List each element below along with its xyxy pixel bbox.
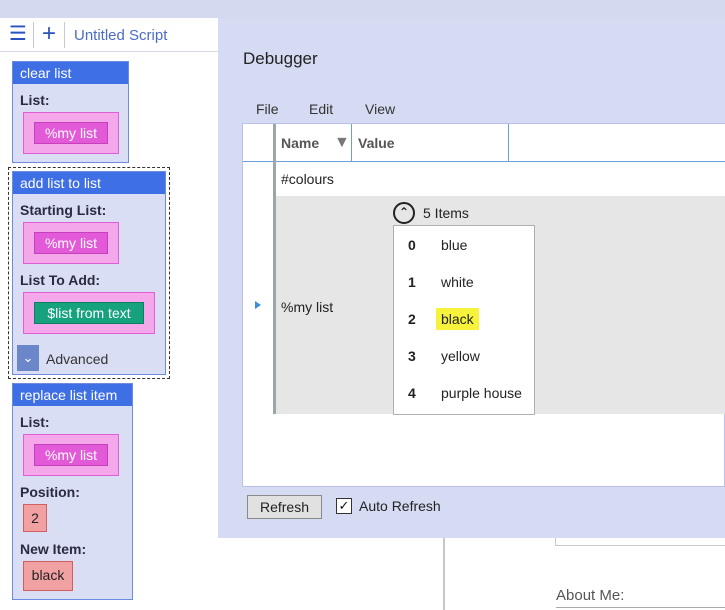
menu-edit[interactable]: Edit xyxy=(309,101,333,117)
list-to-add-slot[interactable]: $list from text xyxy=(23,292,155,334)
background-panel xyxy=(555,538,725,546)
debugger-title: Debugger xyxy=(243,49,318,68)
item-index: 0 xyxy=(408,237,416,253)
list-item: 4 purple house xyxy=(394,374,534,411)
highlight-mark: black xyxy=(436,308,479,330)
variable-pill[interactable]: %my list xyxy=(34,122,108,144)
background-divider xyxy=(443,538,445,610)
block-title[interactable]: replace list item xyxy=(13,384,132,406)
auto-refresh-checkbox[interactable]: ✓ xyxy=(336,498,352,514)
debugger-window: Debugger File Edit View Name ▼ Value #co… xyxy=(218,18,725,538)
items-count: 5 Items xyxy=(423,205,469,221)
item-index: 3 xyxy=(408,348,416,364)
gutter-divider xyxy=(273,124,276,162)
chevron-down-icon[interactable]: ⌄ xyxy=(17,345,39,371)
current-row-marker-icon xyxy=(255,301,261,309)
variables-grid: Name ▼ Value #colours %my list ⌃ 5 Items… xyxy=(242,123,725,487)
variable-pill[interactable]: %my list xyxy=(34,444,108,466)
list-to-add-label: List To Add: xyxy=(20,272,101,288)
script-toolbar: ☰ + Untitled Script xyxy=(0,18,220,52)
item-index: 2 xyxy=(408,311,416,327)
collapse-chevron-up-icon[interactable]: ⌃ xyxy=(393,202,415,224)
item-value: purple house xyxy=(441,385,522,401)
list-item: 2 black xyxy=(394,300,534,337)
item-value: blue xyxy=(441,237,468,253)
menu-view[interactable]: View xyxy=(365,101,395,117)
item-value: yellow xyxy=(441,348,480,364)
list-item: 3 yellow xyxy=(394,337,534,374)
item-index: 1 xyxy=(408,274,416,290)
variable-name: #colours xyxy=(281,171,334,187)
script-title[interactable]: Untitled Script xyxy=(74,27,167,44)
list-label: List: xyxy=(20,414,50,430)
list-label: List: xyxy=(20,92,50,108)
variable-row[interactable]: %my list ⌃ 5 Items 0 blue 1 white 2 blac… xyxy=(276,196,725,415)
text-pill[interactable]: $list from text xyxy=(34,302,144,324)
about-me-label: About Me: xyxy=(556,587,625,604)
variable-row[interactable]: #colours xyxy=(276,162,725,196)
hamburger-menu-icon[interactable]: ☰ xyxy=(5,24,31,46)
list-item: 1 white xyxy=(394,263,534,300)
filter-icon[interactable]: ▼ xyxy=(334,124,350,162)
position-value[interactable]: 2 xyxy=(23,504,47,532)
top-strip xyxy=(0,0,725,18)
auto-refresh-label[interactable]: Auto Refresh xyxy=(359,498,441,514)
list-slot[interactable]: %my list xyxy=(23,434,119,476)
item-index: 4 xyxy=(408,385,416,401)
grid-header: Name ▼ Value xyxy=(243,124,725,162)
add-list-to-list-block[interactable]: add list to list Starting List: %my list… xyxy=(12,171,166,375)
column-header-name[interactable]: Name xyxy=(281,124,319,162)
column-divider[interactable] xyxy=(508,124,509,162)
starting-list-label: Starting List: xyxy=(20,202,107,218)
column-divider[interactable] xyxy=(351,124,352,162)
block-title[interactable]: clear list xyxy=(13,62,128,84)
variable-pill[interactable]: %my list xyxy=(34,232,108,254)
menu-file[interactable]: File xyxy=(256,101,279,117)
toolbar-divider xyxy=(33,22,34,48)
list-slot[interactable]: %my list xyxy=(23,112,119,154)
new-item-value[interactable]: black xyxy=(23,561,73,591)
column-header-value[interactable]: Value xyxy=(358,124,395,162)
refresh-button[interactable]: Refresh xyxy=(247,495,322,519)
item-value-highlighted: black xyxy=(436,308,479,330)
position-label: Position: xyxy=(20,484,80,500)
item-value: white xyxy=(441,274,474,290)
clear-list-block[interactable]: clear list List: %my list xyxy=(12,61,129,163)
new-item-label: New Item: xyxy=(20,541,87,557)
list-items-box: 0 blue 1 white 2 black 3 yellow 4 purple… xyxy=(393,225,535,415)
about-me-underline xyxy=(556,607,725,608)
toolbar-divider xyxy=(64,22,65,48)
advanced-label[interactable]: Advanced xyxy=(46,351,108,367)
list-item: 0 blue xyxy=(394,226,534,263)
starting-list-slot[interactable]: %my list xyxy=(23,222,119,264)
plus-icon[interactable]: + xyxy=(36,22,62,46)
block-title[interactable]: add list to list xyxy=(13,172,165,194)
replace-list-item-block[interactable]: replace list item List: %my list Positio… xyxy=(12,383,133,600)
variable-name: %my list xyxy=(281,299,334,315)
